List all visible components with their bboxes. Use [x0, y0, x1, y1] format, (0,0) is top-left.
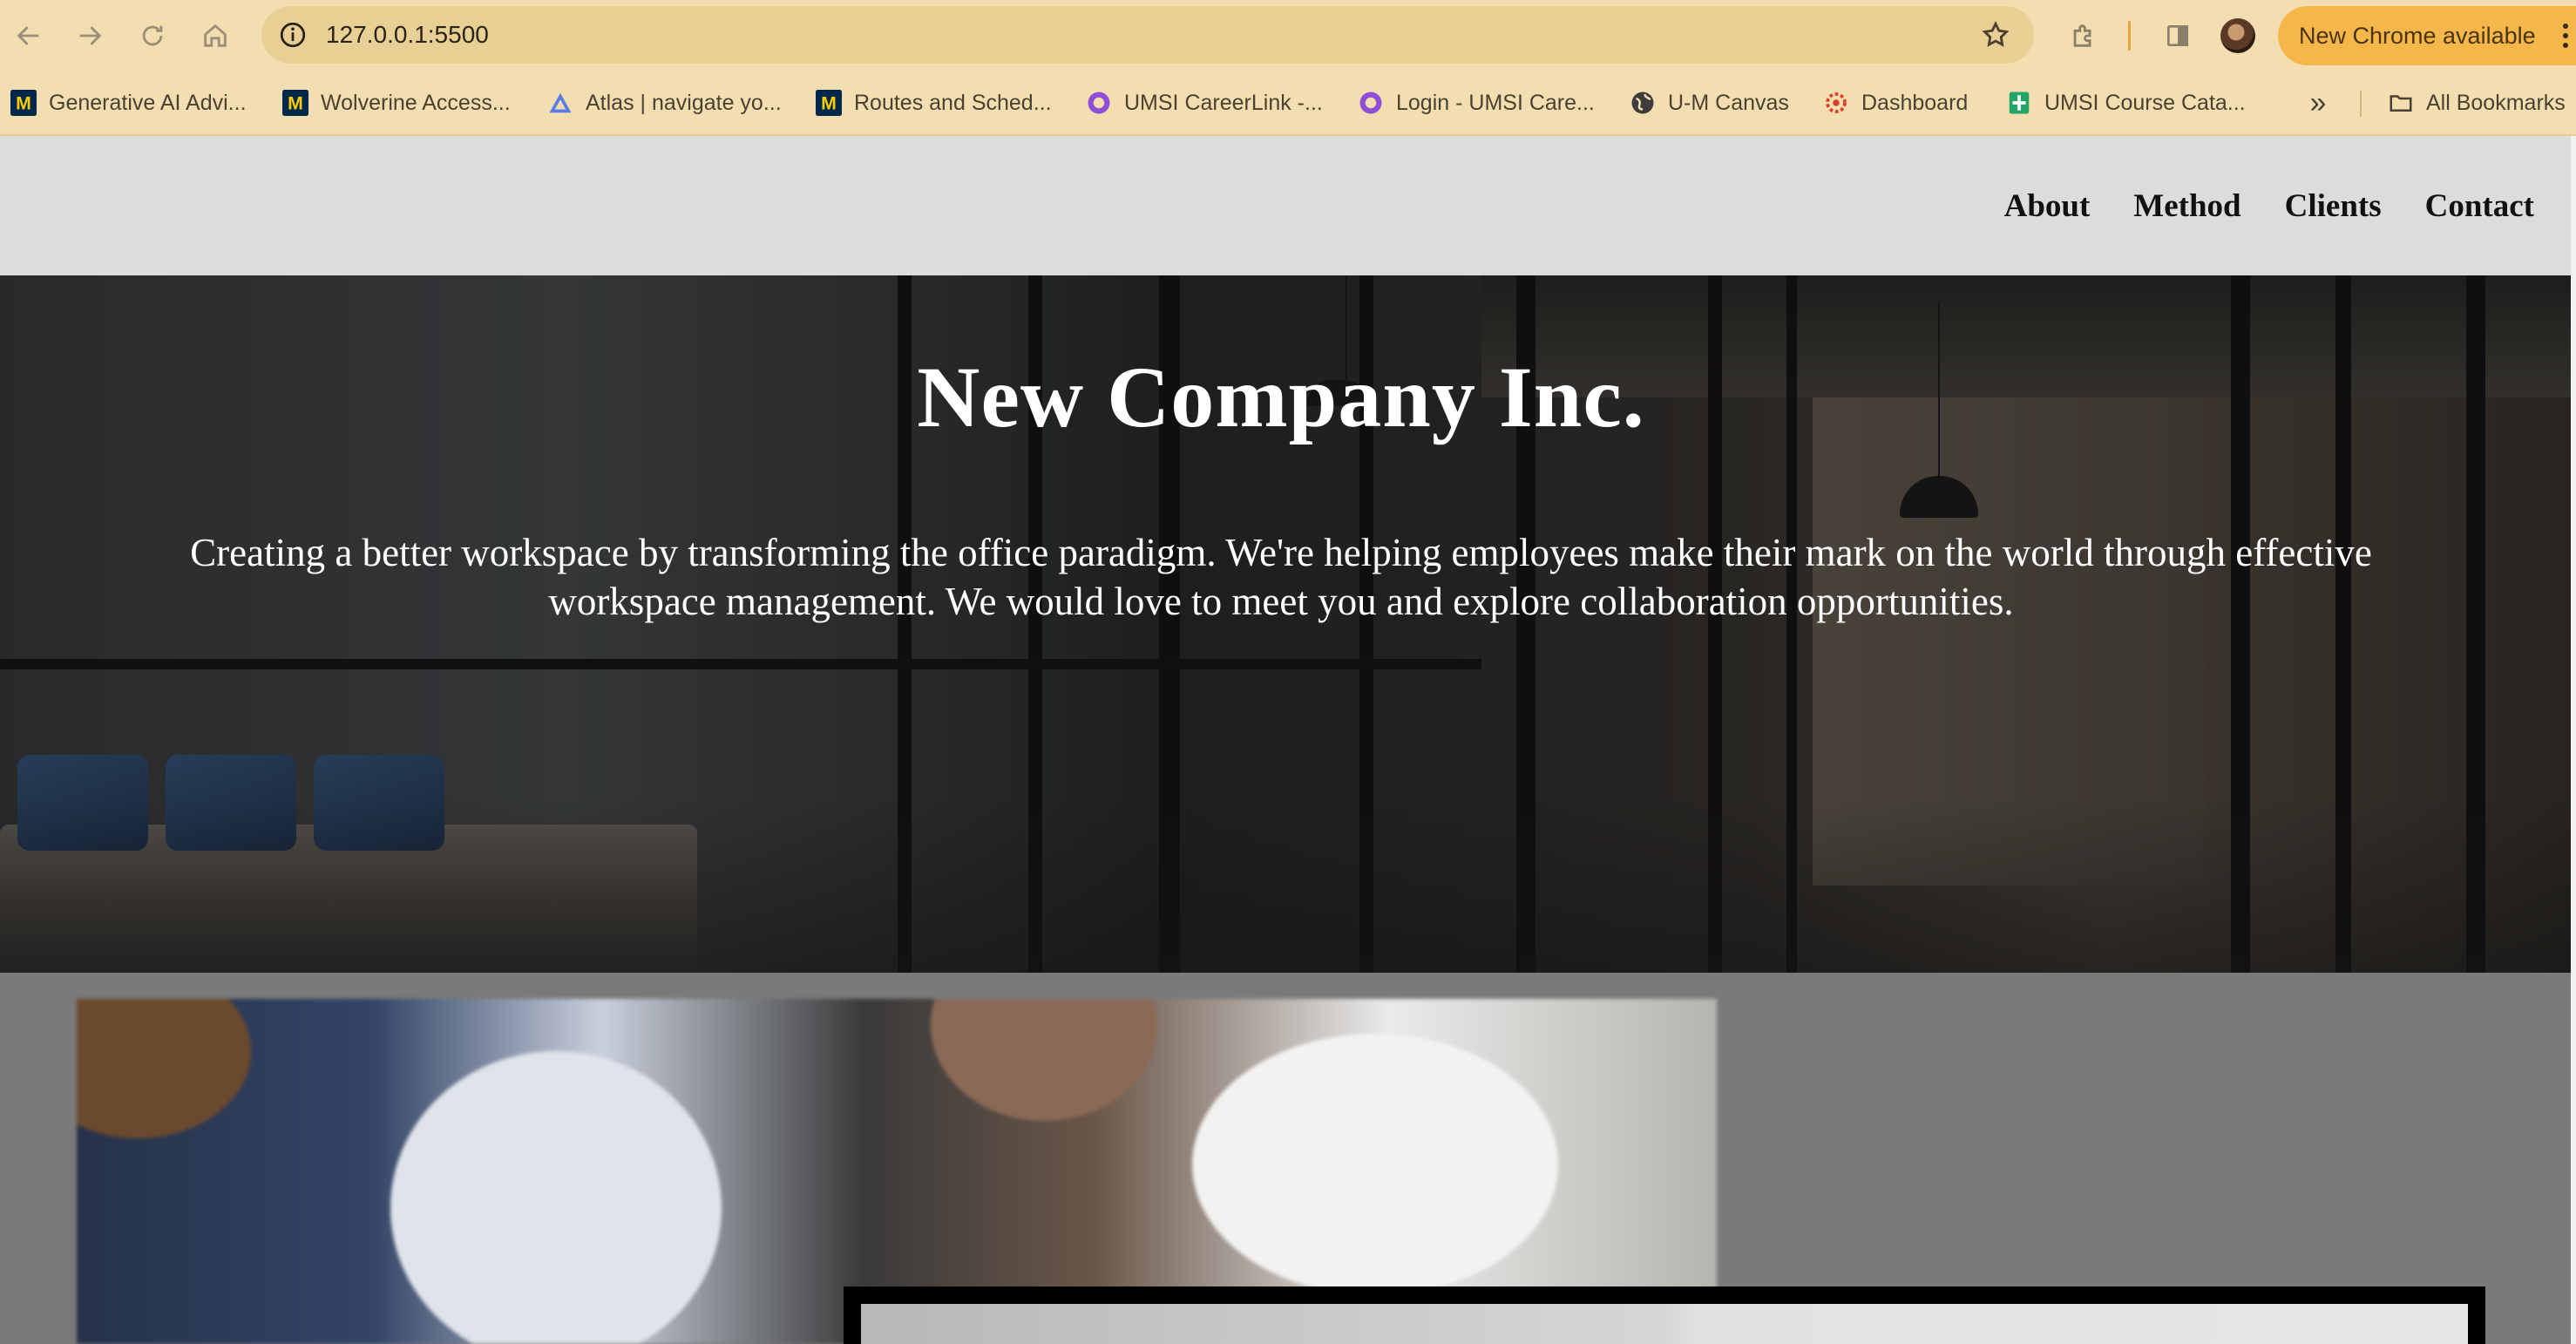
- globe-icon: [1630, 90, 1656, 116]
- bookmarks-divider: [2360, 91, 2362, 117]
- hero-description: Creating a better workspace by transform…: [190, 531, 2372, 623]
- bookmark-item[interactable]: Dashboard: [1823, 71, 1968, 134]
- back-icon[interactable]: [7, 14, 51, 58]
- atlas-triangle-icon: [547, 90, 573, 116]
- nav-link-method[interactable]: Method: [2133, 187, 2240, 225]
- bookmark-star-icon[interactable]: [1978, 17, 2013, 52]
- bookmark-item[interactable]: M Routes and Sched...: [816, 71, 1052, 134]
- update-label: New Chrome available: [2299, 23, 2536, 49]
- bookmark-label: Routes and Sched...: [854, 90, 1052, 115]
- bookmark-item[interactable]: Atlas | navigate yo...: [547, 71, 782, 134]
- careerlink-icon: [1358, 90, 1384, 116]
- folder-icon: [2388, 90, 2414, 116]
- bookmark-label: UMSI Course Cata...: [2044, 90, 2246, 115]
- site-nav: About Method Clients Contact: [2004, 136, 2534, 275]
- bookmark-label: Wolverine Access...: [321, 90, 511, 115]
- bookmarks-bar: M Generative AI Advi... M Wolverine Acce…: [0, 71, 2576, 136]
- bookmark-item[interactable]: M Wolverine Access...: [282, 71, 511, 134]
- update-button[interactable]: New Chrome available: [2278, 6, 2576, 65]
- content-card-body: [861, 1304, 2468, 1344]
- all-bookmarks-button[interactable]: All Bookmarks: [2388, 71, 2566, 134]
- bookmark-label: Login - UMSI Care...: [1396, 90, 1595, 115]
- bookmark-label: Dashboard: [1861, 90, 1969, 115]
- home-icon[interactable]: [193, 14, 237, 58]
- svg-text:M: M: [821, 93, 837, 114]
- team-photo-detail: [390, 1051, 722, 1344]
- team-photo-detail: [931, 999, 1157, 1121]
- umich-m-icon: M: [10, 90, 37, 116]
- bookmark-item[interactable]: UMSI CareerLink -...: [1086, 71, 1323, 134]
- page-scrollbar[interactable]: [2571, 136, 2576, 1344]
- address-bar[interactable]: 127.0.0.1:5500: [261, 6, 2034, 64]
- toolbar-divider: [2128, 21, 2131, 51]
- bookmark-label: UMSI CareerLink -...: [1124, 90, 1323, 115]
- svg-text:M: M: [16, 93, 31, 114]
- content-card: [844, 1286, 2485, 1344]
- bookmark-label: Generative AI Advi...: [49, 90, 247, 115]
- bookmark-item[interactable]: M Generative AI Advi...: [10, 71, 247, 134]
- nav-link-clients[interactable]: Clients: [2285, 187, 2382, 225]
- team-photo-detail: [77, 999, 251, 1138]
- bookmark-label: Atlas | navigate yo...: [586, 90, 782, 115]
- team-photo-detail: [1192, 1034, 1558, 1295]
- nav-link-about[interactable]: About: [2004, 187, 2091, 225]
- sheets-icon: [2006, 90, 2032, 116]
- bookmark-item[interactable]: UMSI Course Cata...: [2006, 71, 2246, 134]
- url-text[interactable]: 127.0.0.1:5500: [326, 6, 489, 64]
- all-bookmarks-label: All Bookmarks: [2426, 90, 2566, 115]
- web-page: About Method Clients Contact New Company…: [0, 136, 2576, 1344]
- bookmark-item[interactable]: Login - UMSI Care...: [1358, 71, 1595, 134]
- menu-dots-icon[interactable]: [2562, 24, 2569, 48]
- side-panel-icon[interactable]: [2158, 16, 2198, 56]
- umich-m-icon: M: [282, 90, 308, 116]
- bookmark-item[interactable]: U-M Canvas: [1630, 71, 1789, 134]
- site-header: About Method Clients Contact: [0, 136, 2571, 275]
- browser-toolbar: 127.0.0.1:5500 New Chrome available: [0, 0, 2576, 71]
- site-info-icon[interactable]: [275, 17, 310, 52]
- careerlink-icon: [1086, 90, 1112, 116]
- umich-m-icon: M: [816, 90, 842, 116]
- canvas-icon: [1823, 90, 1849, 116]
- more-bookmarks-chevron-icon[interactable]: »: [2301, 85, 2335, 120]
- hero-title: New Company Inc.: [917, 349, 1645, 445]
- hero-section: New Company Inc. Creating a better works…: [0, 275, 2571, 973]
- nav-link-contact[interactable]: Contact: [2425, 187, 2534, 225]
- extensions-icon[interactable]: [2064, 16, 2104, 56]
- forward-icon[interactable]: [68, 14, 112, 58]
- svg-text:M: M: [288, 93, 303, 114]
- profile-avatar[interactable]: [2220, 18, 2255, 53]
- reload-icon[interactable]: [131, 14, 174, 58]
- bookmark-label: U-M Canvas: [1668, 90, 1789, 115]
